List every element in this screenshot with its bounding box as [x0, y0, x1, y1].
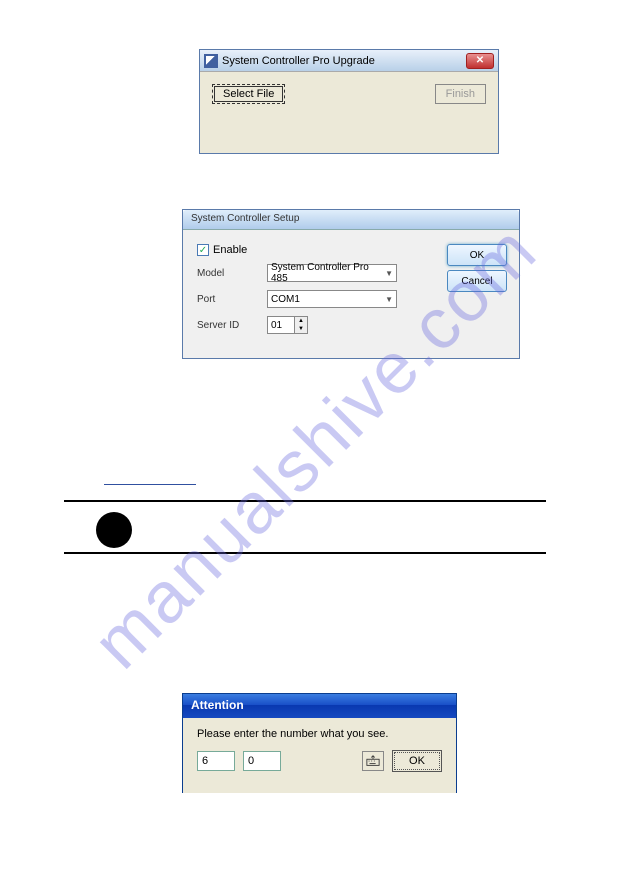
keyboard-icon: [366, 755, 380, 767]
spin-up-icon[interactable]: ▲: [295, 317, 307, 325]
input-row: OK: [197, 750, 442, 772]
serverid-spinner[interactable]: ▲ ▼: [267, 316, 308, 334]
serverid-label: Server ID: [197, 320, 267, 331]
serverid-input[interactable]: [267, 316, 295, 334]
attention-prompt: Please enter the number what you see.: [197, 728, 442, 740]
number-input-2[interactable]: [243, 751, 281, 771]
divider-top: [64, 500, 546, 502]
app-icon: [204, 54, 218, 68]
chevron-down-icon: ▼: [385, 269, 393, 278]
port-value: COM1: [271, 294, 300, 305]
upgrade-titlebar[interactable]: System Controller Pro Upgrade ✕: [200, 50, 498, 72]
bullet-circle: [96, 512, 132, 548]
upgrade-title: System Controller Pro Upgrade: [222, 55, 466, 67]
close-icon: ✕: [476, 55, 484, 66]
model-label: Model: [197, 268, 267, 279]
port-combo[interactable]: COM1 ▼: [267, 290, 397, 308]
select-file-button[interactable]: Select File: [212, 84, 285, 104]
spin-down-icon[interactable]: ▼: [295, 325, 307, 333]
setup-titlebar[interactable]: System Controller Setup: [183, 210, 519, 230]
divider-bottom: [64, 552, 546, 554]
upgrade-dialog: System Controller Pro Upgrade ✕ Select F…: [199, 49, 499, 154]
setup-body: ✓ Enable Model System Controller Pro 485…: [183, 230, 519, 358]
enable-checkbox[interactable]: ✓: [197, 244, 209, 256]
attention-ok-button[interactable]: OK: [392, 750, 442, 772]
model-combo[interactable]: System Controller Pro 485 ▼: [267, 264, 397, 282]
model-value: System Controller Pro 485: [271, 262, 385, 284]
serverid-row: Server ID ▲ ▼: [197, 316, 505, 334]
attention-body: Please enter the number what you see. OK: [183, 718, 456, 793]
setup-dialog: System Controller Setup ✓ Enable Model S…: [182, 209, 520, 359]
upgrade-body: Select File Finish: [200, 72, 498, 116]
close-button[interactable]: ✕: [466, 53, 494, 69]
attention-dialog: Attention Please enter the number what y…: [182, 693, 457, 793]
finish-button[interactable]: Finish: [435, 84, 486, 104]
port-row: Port COM1 ▼: [197, 290, 505, 308]
number-input-1[interactable]: [197, 751, 235, 771]
enable-label: Enable: [213, 244, 247, 256]
chevron-down-icon: ▼: [385, 295, 393, 304]
ok-button[interactable]: OK: [447, 244, 507, 266]
cancel-button[interactable]: Cancel: [447, 270, 507, 292]
spinner-buttons[interactable]: ▲ ▼: [295, 316, 308, 334]
port-label: Port: [197, 294, 267, 305]
keyboard-button[interactable]: [362, 751, 384, 771]
link-underline: [104, 484, 196, 485]
attention-titlebar[interactable]: Attention: [183, 694, 456, 718]
